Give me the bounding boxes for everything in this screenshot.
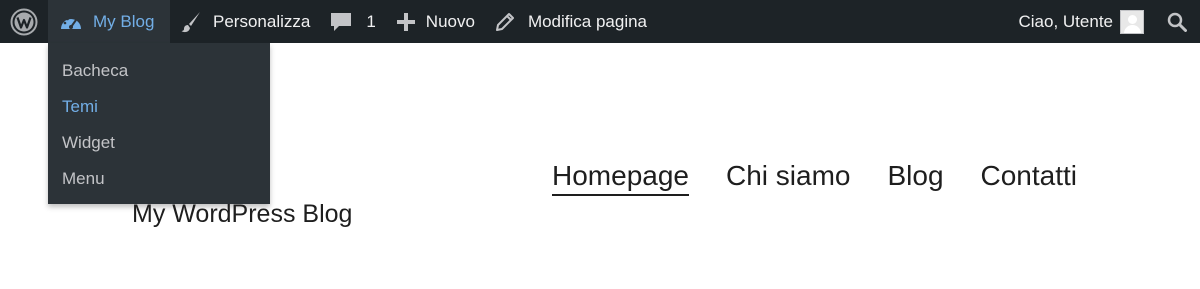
search-icon — [1167, 12, 1187, 32]
customize-label: Personalizza — [213, 11, 311, 31]
submenu-item-widgets[interactable]: Widget — [48, 125, 270, 161]
submenu-item-menus[interactable]: Menu — [48, 161, 270, 197]
edit-page-label: Modifica pagina — [527, 11, 648, 31]
site-name-label: My Blog — [93, 11, 155, 31]
paintbrush-icon — [180, 11, 213, 33]
comments-link[interactable]: 1 — [320, 0, 385, 43]
dashboard-icon — [59, 12, 93, 32]
plus-icon — [396, 12, 426, 32]
admin-bar: My Blog Personalizza 1 Nuovo Modifica pa… — [0, 0, 1200, 43]
submenu-item-themes[interactable]: Temi — [48, 89, 270, 125]
nav-item-about[interactable]: Chi siamo — [726, 160, 850, 196]
nav-item-blog[interactable]: Blog — [887, 160, 943, 196]
primary-navigation: Homepage Chi siamo Blog Contatti — [552, 160, 1077, 196]
new-content-menu[interactable]: Nuovo — [386, 0, 485, 43]
site-title[interactable]: My WordPress Blog — [132, 200, 352, 229]
nav-item-homepage[interactable]: Homepage — [552, 160, 689, 196]
nav-item-contact[interactable]: Contatti — [981, 160, 1078, 196]
my-account-menu[interactable]: Ciao, Utente — [1009, 0, 1155, 43]
submenu-item-dashboard[interactable]: Bacheca — [48, 53, 270, 89]
edit-page-link[interactable]: Modifica pagina — [485, 0, 657, 43]
site-name-submenu: Bacheca Temi Widget Menu — [48, 43, 270, 204]
wordpress-logo-icon — [10, 8, 38, 36]
greeting-label: Ciao, Utente — [1018, 11, 1114, 31]
admin-bar-secondary: Ciao, Utente — [1009, 0, 1200, 43]
comments-count: 1 — [366, 11, 376, 31]
wordpress-logo-menu[interactable] — [0, 0, 48, 43]
customize-link[interactable]: Personalizza — [170, 0, 320, 43]
pencil-icon — [495, 12, 528, 32]
new-label: Nuovo — [425, 11, 475, 31]
site-name-menu[interactable]: My Blog — [48, 0, 170, 43]
avatar — [1120, 9, 1144, 34]
comment-icon — [330, 11, 366, 33]
search-toggle[interactable] — [1154, 0, 1200, 43]
